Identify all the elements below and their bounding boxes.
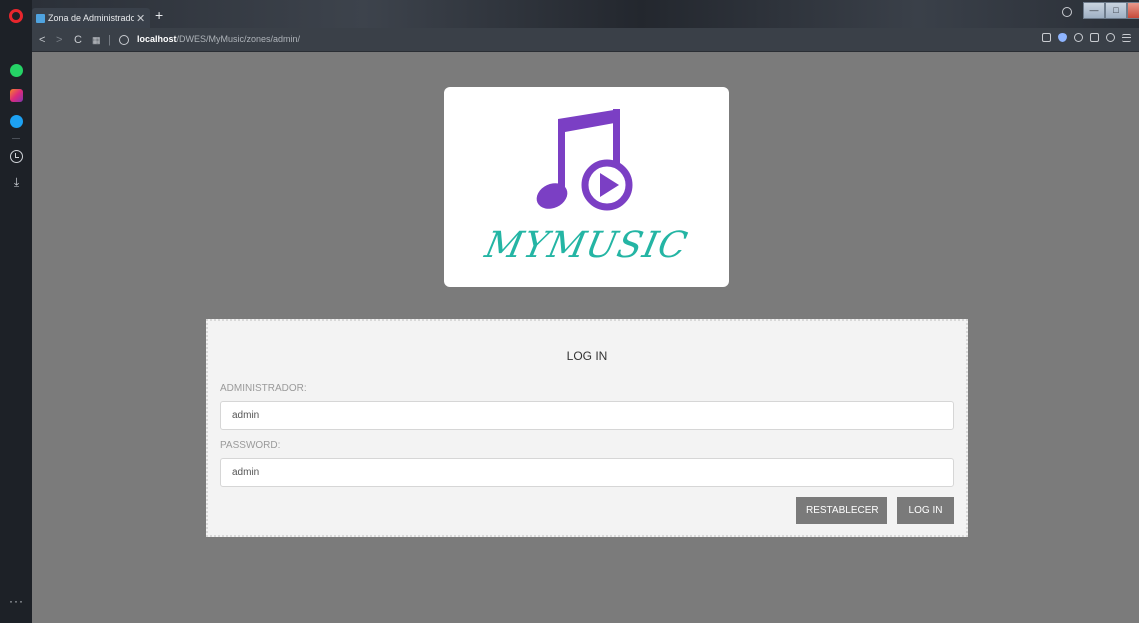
tab-search-icon[interactable] <box>1062 7 1072 17</box>
toolbar-icons <box>1042 33 1131 42</box>
login-button[interactable]: LOG IN <box>897 497 954 524</box>
password-label: PASSWORD: <box>220 440 281 451</box>
tab-strip: Zona de Administrador ✕ + — □ ✕ <box>32 0 1139 28</box>
admin-label: ADMINISTRADOR: <box>220 383 307 394</box>
window-controls: — □ ✕ <box>1083 2 1139 19</box>
speed-dial-icon[interactable]: ▦ <box>92 33 101 47</box>
url-path: /DWES/MyMusic/zones/admin/ <box>176 34 301 44</box>
password-input[interactable] <box>220 458 954 487</box>
menu-icon[interactable] <box>1122 33 1131 42</box>
login-form: LOG IN ADMINISTRADOR: PASSWORD: RESTABLE… <box>206 319 968 537</box>
tab-favicon-icon <box>36 13 45 23</box>
logo-card: MYMUSIC <box>444 87 729 287</box>
download-icon[interactable]: ⤓ <box>10 176 23 189</box>
minimize-button[interactable]: — <box>1083 2 1105 19</box>
opera-logo-icon[interactable] <box>9 9 23 23</box>
address-bar: < > C ▦ | localhost/DWES/MyMusic/zones/a… <box>32 28 1139 52</box>
tab-admin[interactable]: Zona de Administrador ✕ <box>32 8 150 28</box>
whatsapp-icon[interactable] <box>10 64 23 77</box>
instagram-icon[interactable] <box>10 89 23 102</box>
login-title: LOG IN <box>566 349 608 363</box>
snapshot-icon[interactable] <box>1042 33 1051 42</box>
more-icon[interactable]: ··· <box>9 594 24 608</box>
browser-sidebar: ⤓ ··· <box>0 0 32 623</box>
forward-icon[interactable]: > <box>56 33 62 47</box>
site-info-icon[interactable] <box>119 35 129 45</box>
twitter-icon[interactable] <box>10 115 23 128</box>
sidebar-divider <box>12 138 20 139</box>
close-window-button[interactable]: ✕ <box>1127 2 1139 19</box>
adblock-icon[interactable] <box>1058 33 1067 42</box>
page-content: MYMUSIC LOG IN ADMINISTRADOR: PASSWORD: … <box>32 53 1139 623</box>
reset-button[interactable]: RESTABLECER <box>796 497 887 524</box>
history-icon[interactable] <box>10 150 23 163</box>
tab-title: Zona de Administrador <box>48 13 134 23</box>
tab-close-icon[interactable]: ✕ <box>136 12 145 25</box>
url-field[interactable]: localhost/DWES/MyMusic/zones/admin/ <box>137 34 300 44</box>
url-host: localhost <box>137 34 177 44</box>
easy-setup-icon[interactable] <box>1106 33 1115 42</box>
reload-icon[interactable]: C <box>74 33 82 47</box>
new-tab-button[interactable]: + <box>155 8 163 22</box>
extensions-icon[interactable] <box>1090 33 1099 42</box>
back-icon[interactable]: < <box>39 33 45 47</box>
bookmark-heart-icon[interactable] <box>1074 33 1083 42</box>
maximize-button[interactable]: □ <box>1105 2 1127 19</box>
admin-input[interactable] <box>220 401 954 430</box>
logo-wordmark: MYMUSIC <box>481 225 692 266</box>
address-separator: | <box>108 34 111 46</box>
